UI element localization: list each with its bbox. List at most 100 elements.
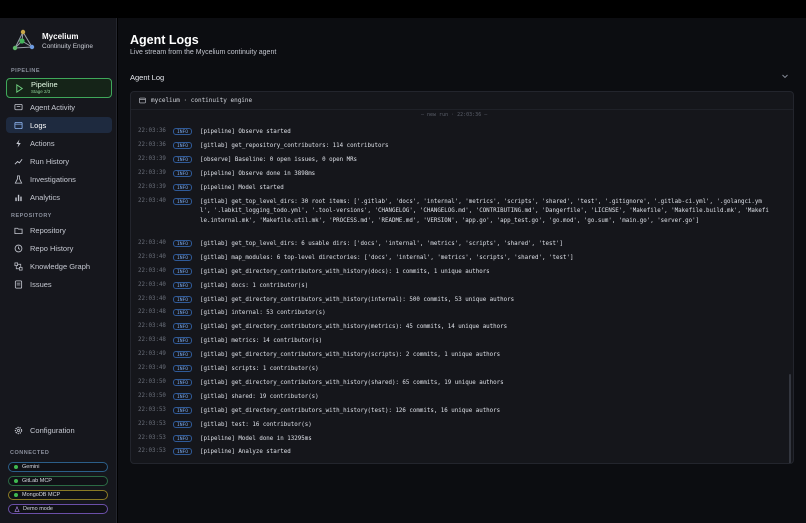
- log-level-badge: INFO: [173, 337, 192, 345]
- mycelium-logo-icon: [12, 29, 35, 51]
- brand-subtitle: Continuity Engine: [42, 42, 93, 50]
- connection-label: GitLab MCP: [22, 478, 52, 484]
- log-message: [gitlab] docs: 1 contributor(s): [200, 282, 309, 289]
- log-level-badge: INFO: [173, 392, 192, 400]
- sidebar-item-issues[interactable]: Issues: [6, 276, 112, 292]
- log-message: [gitlab] get_directory_contributors_with…: [200, 407, 501, 414]
- log-level-badge: INFO: [173, 378, 192, 386]
- status-dot-icon: [14, 493, 18, 497]
- log-timestamp: 22:03:40: [138, 253, 166, 260]
- log-message: [gitlab] get_directory_contributors_with…: [200, 379, 504, 386]
- connection-mongodb-mcp: MongoDB MCP: [8, 490, 108, 500]
- connection-gemini: Gemini: [8, 462, 108, 472]
- log-message: [gitlab] get_directory_contributors_with…: [200, 296, 515, 303]
- terminal-icon: [139, 97, 146, 104]
- log-timestamp: 22:03:53: [138, 448, 166, 455]
- sidebar-item-label: Actions: [30, 138, 55, 148]
- log-message: [pipeline] Model done in 13295ms: [200, 435, 312, 442]
- log-level-badge: INFO: [173, 420, 192, 428]
- connection-label: Gemini: [22, 464, 40, 470]
- log-message: [gitlab] metrics: 14 contributor(s): [200, 338, 323, 345]
- section-label-pipeline: PIPELINE: [11, 68, 41, 74]
- log-level-badge: INFO: [173, 253, 192, 261]
- sidebar-item-repo-history[interactable]: Repo History: [6, 240, 112, 256]
- section-label-repository: REPOSITORY: [11, 213, 52, 219]
- log-message: [gitlab] get_directory_contributors_with…: [200, 268, 490, 275]
- log-level-badge: INFO: [173, 239, 192, 247]
- sidebar-item-label: Knowledge Graph: [30, 261, 91, 271]
- log-message: [gitlab] get_repository_contributors: 11…: [200, 142, 389, 149]
- sidebar: Mycelium Continuity Engine PIPELINE Pipe…: [0, 18, 117, 523]
- log-timestamp: 22:03:48: [138, 337, 166, 344]
- log-scrollbar[interactable]: [789, 374, 791, 463]
- sidebar-item-label: Agent Activity: [30, 102, 76, 112]
- log-message: [pipeline] Model started: [200, 184, 284, 191]
- flask-icon: [12, 173, 24, 185]
- sidebar-item-label: Analytics: [30, 192, 61, 202]
- sidebar-item-logs[interactable]: Logs: [6, 117, 112, 133]
- connection-label: Demo mode: [23, 506, 53, 512]
- log-message: [pipeline] Observe started: [200, 129, 291, 135]
- sidebar-item-configuration[interactable]: Configuration: [6, 422, 112, 438]
- sidebar-item-actions[interactable]: Actions: [6, 135, 112, 151]
- log-timestamp: 22:03:48: [138, 323, 166, 330]
- folder-icon: [12, 224, 24, 236]
- sidebar-item-investigations[interactable]: Investigations: [6, 171, 112, 187]
- sidebar-item-label: Configuration: [30, 425, 75, 435]
- graph-icon: [12, 260, 24, 272]
- page-subtitle: Live stream from the Mycelium continuity…: [130, 49, 277, 56]
- log-timestamp: 22:03:40: [138, 267, 166, 274]
- chevron-down-icon[interactable]: [781, 72, 789, 80]
- log-timestamp: 22:03:40: [138, 281, 166, 288]
- log-level-badge: INFO: [173, 323, 192, 331]
- log-timestamp: 22:03:36: [138, 128, 166, 134]
- issues-icon: [12, 278, 24, 290]
- log-timestamp: 22:03:53: [138, 420, 166, 427]
- sidebar-item-label: Investigations: [30, 174, 76, 184]
- sidebar-item-pipeline[interactable]: Pipeline Stage 2/3: [6, 78, 112, 98]
- flask-icon: [14, 506, 20, 512]
- pipeline-stage: Stage 2/3: [31, 89, 51, 94]
- log-console: mycelium · continuity engine — new run ·…: [130, 91, 794, 464]
- connection-gitlab-mcp: GitLab MCP: [8, 476, 108, 486]
- sidebar-item-knowledge-graph[interactable]: Knowledge Graph: [6, 258, 112, 274]
- log-timestamp: 22:03:50: [138, 392, 166, 399]
- log-message: [pipeline] Analyze started: [200, 449, 291, 456]
- sidebar-item-label: Repo History: [30, 243, 74, 253]
- log-level-badge: INFO: [173, 351, 192, 359]
- log-message: [gitlab] get_top_level_dirs: 6 usable di…: [200, 240, 563, 247]
- log-timestamp: 22:03:39: [138, 169, 166, 176]
- log-level-badge: INFO: [173, 128, 192, 135]
- log-level-badge: INFO: [173, 448, 192, 456]
- log-console-header: mycelium · continuity engine: [131, 92, 793, 110]
- sidebar-item-label: Run History: [30, 156, 70, 166]
- connection-demo-mode[interactable]: Demo mode: [8, 504, 108, 514]
- log-timestamp: 22:03:40: [138, 295, 166, 302]
- sidebar-item-repository[interactable]: Repository: [6, 222, 112, 238]
- status-dot-icon: [14, 465, 18, 469]
- play-icon: [13, 82, 25, 94]
- log-timestamp: 22:03:40: [138, 239, 166, 246]
- sidebar-item-label: Repository: [30, 225, 66, 235]
- log-console-title: mycelium · continuity engine: [151, 97, 253, 104]
- log-message: [gitlab] scripts: 1 contributor(s): [200, 366, 319, 372]
- sidebar-item-label: Logs: [30, 120, 47, 130]
- brand[interactable]: Mycelium Continuity Engine: [10, 28, 93, 54]
- main-content: Agent Logs Live stream from the Mycelium…: [118, 18, 806, 523]
- agent-log-panel-title[interactable]: Agent Log: [130, 73, 164, 82]
- sidebar-item-agent-activity[interactable]: Agent Activity: [6, 99, 112, 115]
- log-message: [gitlab] shared: 19 contributor(s): [200, 393, 319, 400]
- sidebar-item-analytics[interactable]: Analytics: [6, 189, 112, 205]
- pipeline-label: Pipeline: [31, 80, 58, 89]
- log-level-badge: INFO: [173, 197, 192, 205]
- sidebar-item-run-history[interactable]: Run History: [6, 153, 112, 169]
- log-timestamp: 22:03:49: [138, 365, 166, 371]
- log-level-badge: INFO: [173, 406, 192, 414]
- log-timestamp: 22:03:53: [138, 406, 166, 413]
- history-icon: [12, 242, 24, 254]
- chat-icon: [12, 101, 24, 113]
- bar-chart-icon: [12, 191, 24, 203]
- sidebar-item-label: Issues: [30, 279, 52, 289]
- log-timestamp: 22:03:49: [138, 351, 166, 358]
- log-level-badge: INFO: [173, 141, 192, 149]
